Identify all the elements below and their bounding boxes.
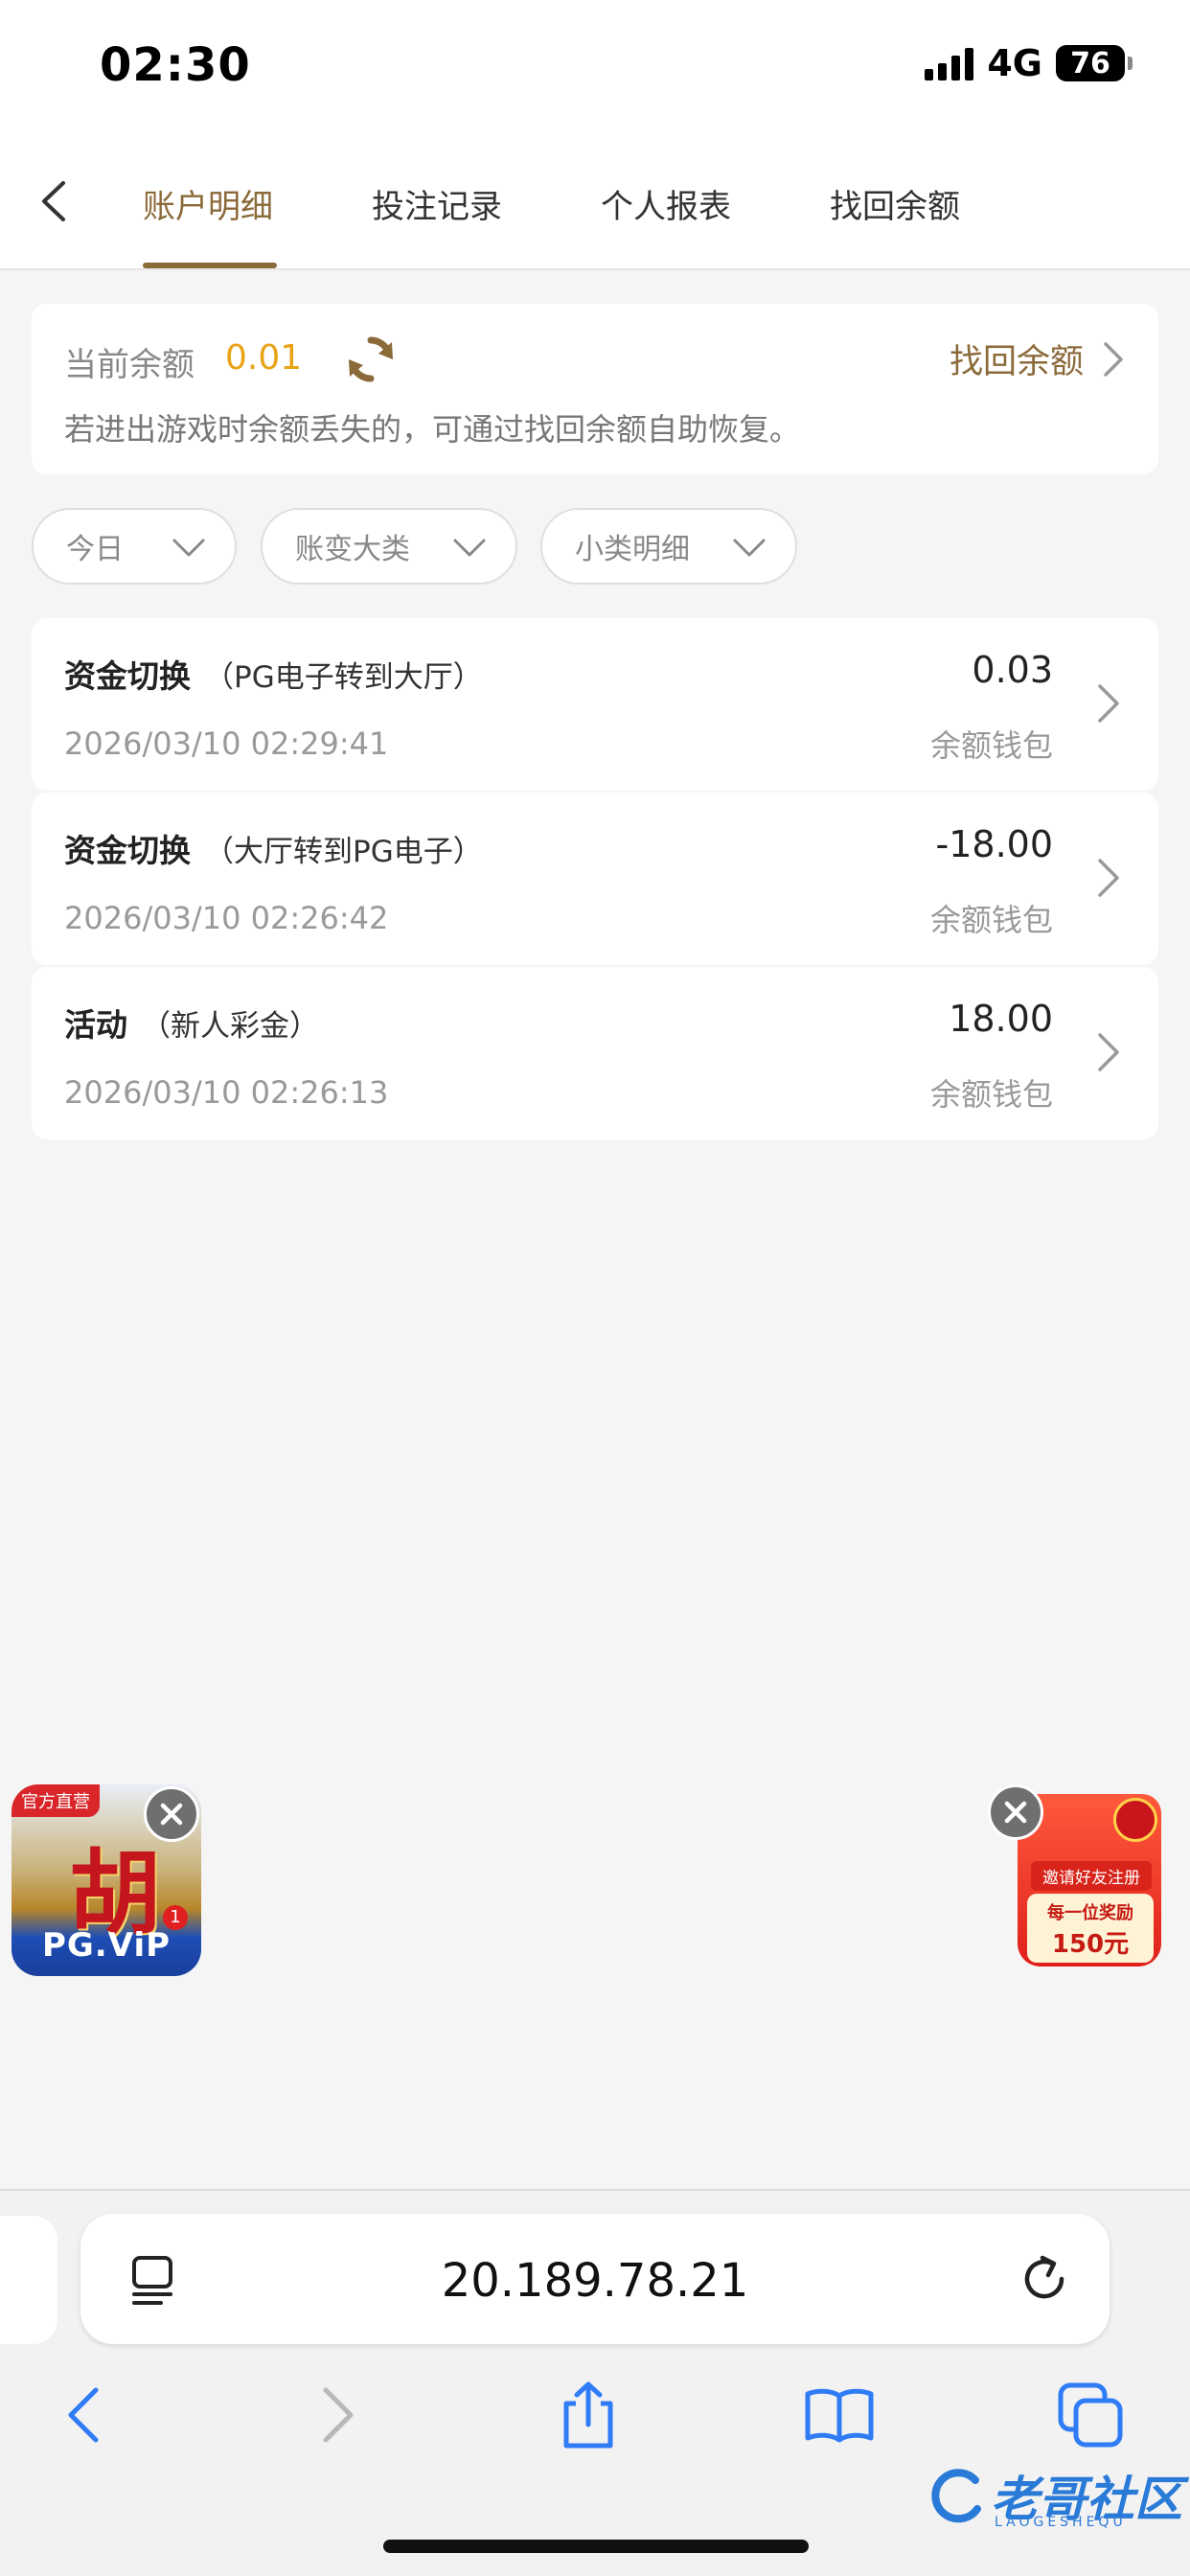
tab-personal-report[interactable]: 个人报表 [601, 180, 731, 227]
chevron-right-icon [323, 2387, 354, 2443]
dragon-logo-icon [931, 2469, 981, 2523]
cellular-signal-icon [925, 46, 974, 80]
ad-reward-box: 每一位奖励 150元 [1027, 1894, 1154, 1963]
record-detail: （PG电子转到大厅） [204, 660, 483, 695]
coin-icon [1113, 1798, 1157, 1842]
tab-account-details[interactable]: 账户明细 [143, 180, 273, 227]
record-detail: （大厅转到PG电子） [204, 835, 483, 869]
browser-back-button[interactable] [44, 2377, 121, 2453]
ad-tag: 官方直营 [11, 1784, 100, 1817]
filter-date[interactable]: 今日 [32, 508, 237, 585]
address-bar[interactable]: 20.189.78.21 [80, 2214, 1110, 2344]
tabs-button[interactable] [1052, 2377, 1129, 2453]
record-type: 活动 [64, 1006, 127, 1044]
chevron-right-icon [1098, 1033, 1119, 1071]
ad-reward-line: 每一位奖励 [1047, 1903, 1133, 1923]
balance-card: 当前余额 0.01 找回余额 若进出游戏时余额丢失的，可通过找回余额自助恢复。 [32, 304, 1158, 474]
record-wallet: 余额钱包 [929, 902, 1053, 938]
balance-note: 若进出游戏时余额丢失的，可通过找回余额自助恢复。 [64, 411, 801, 448]
balance-value: 0.01 [225, 338, 303, 378]
close-icon [1004, 1801, 1027, 1824]
filter-date-label: 今日 [66, 533, 124, 566]
tab-recover-balance[interactable]: 找回余额 [830, 180, 960, 227]
record-wallet: 余额钱包 [929, 1076, 1053, 1113]
reload-icon[interactable] [1018, 2252, 1071, 2306]
chevron-right-icon [1098, 684, 1119, 723]
close-icon [160, 1803, 183, 1826]
filter-subcategory-label: 小类明细 [575, 533, 690, 566]
tab-header: 账户明细 投注记录 个人报表 找回余额 [0, 134, 1190, 270]
filter-subcategory[interactable]: 小类明细 [540, 508, 797, 585]
watermark: 老哥社区 LAOGESHEQU [927, 2461, 1182, 2530]
record-amount: 18.00 [949, 998, 1053, 1040]
balance-label: 当前余额 [64, 346, 195, 384]
ad-brand: PG.ViP [41, 1926, 172, 1965]
chevron-left-icon [42, 181, 65, 221]
home-indicator [383, 2540, 809, 2553]
record-detail: （新人彩金） [141, 1009, 319, 1044]
ad-reward-amount: 150元 [1051, 1930, 1130, 1959]
watermark-subtext: LAOGESHEQU [995, 2515, 1127, 2530]
record-title: 资金切换 （PG电子转到大厅） [64, 651, 483, 697]
active-tab-indicator [143, 263, 277, 268]
previous-tab-peek[interactable] [0, 2216, 57, 2344]
tab-bet-records[interactable]: 投注记录 [372, 180, 502, 227]
share-icon [563, 2381, 613, 2449]
status-indicators: 4G 76 [925, 42, 1133, 84]
back-button[interactable] [29, 172, 77, 230]
record-wallet: 余额钱包 [929, 727, 1053, 764]
tabs-icon [1058, 2382, 1123, 2448]
browser-forward-button[interactable] [301, 2377, 378, 2453]
record-time: 2026/03/10 02:26:42 [64, 900, 389, 936]
filter-category[interactable]: 账变大类 [261, 508, 517, 585]
record-item[interactable]: 资金切换 （PG电子转到大厅） 2026/03/10 02:29:41 0.03… [32, 618, 1158, 791]
battery-icon: 76 [1056, 45, 1133, 81]
record-title: 资金切换 （大厅转到PG电子） [64, 825, 483, 871]
close-ad-button[interactable] [988, 1784, 1043, 1840]
bookmarks-button[interactable] [801, 2377, 878, 2453]
record-title: 活动 （新人彩金） [64, 1000, 319, 1046]
chevron-left-icon [68, 2387, 99, 2443]
network-type: 4G [987, 42, 1042, 84]
status-time: 02:30 [100, 38, 251, 92]
record-type: 资金切换 [64, 657, 191, 695]
chevron-down-icon [172, 539, 205, 557]
chevron-right-icon [1104, 341, 1123, 377]
record-item[interactable]: 活动 （新人彩金） 2026/03/10 02:26:13 18.00 余额钱包 [32, 967, 1158, 1139]
refresh-icon[interactable] [344, 333, 398, 386]
record-amount: 0.03 [972, 649, 1053, 691]
close-ad-button[interactable] [144, 1786, 199, 1842]
ad-invite-text: 邀请好友注册 [1031, 1861, 1152, 1891]
record-time: 2026/03/10 02:26:13 [64, 1074, 389, 1111]
filter-category-label: 账变大类 [295, 533, 410, 566]
book-icon [805, 2388, 874, 2443]
recover-balance-link[interactable]: 找回余额 [950, 334, 1124, 383]
record-type: 资金切换 [64, 832, 191, 869]
chevron-right-icon [1098, 859, 1119, 897]
chevron-down-icon [733, 539, 766, 557]
share-button[interactable] [550, 2377, 627, 2453]
record-item[interactable]: 资金切换 （大厅转到PG电子） 2026/03/10 02:26:42 -18.… [32, 793, 1158, 965]
url-text: 20.189.78.21 [441, 2254, 749, 2308]
recover-balance-label: 找回余额 [949, 343, 1084, 381]
record-amount: -18.00 [935, 823, 1054, 865]
status-bar: 02:30 4G 76 [0, 0, 1190, 134]
battery-level: 76 [1070, 46, 1110, 80]
record-time: 2026/03/10 02:29:41 [64, 725, 389, 762]
chevron-down-icon [453, 539, 486, 557]
